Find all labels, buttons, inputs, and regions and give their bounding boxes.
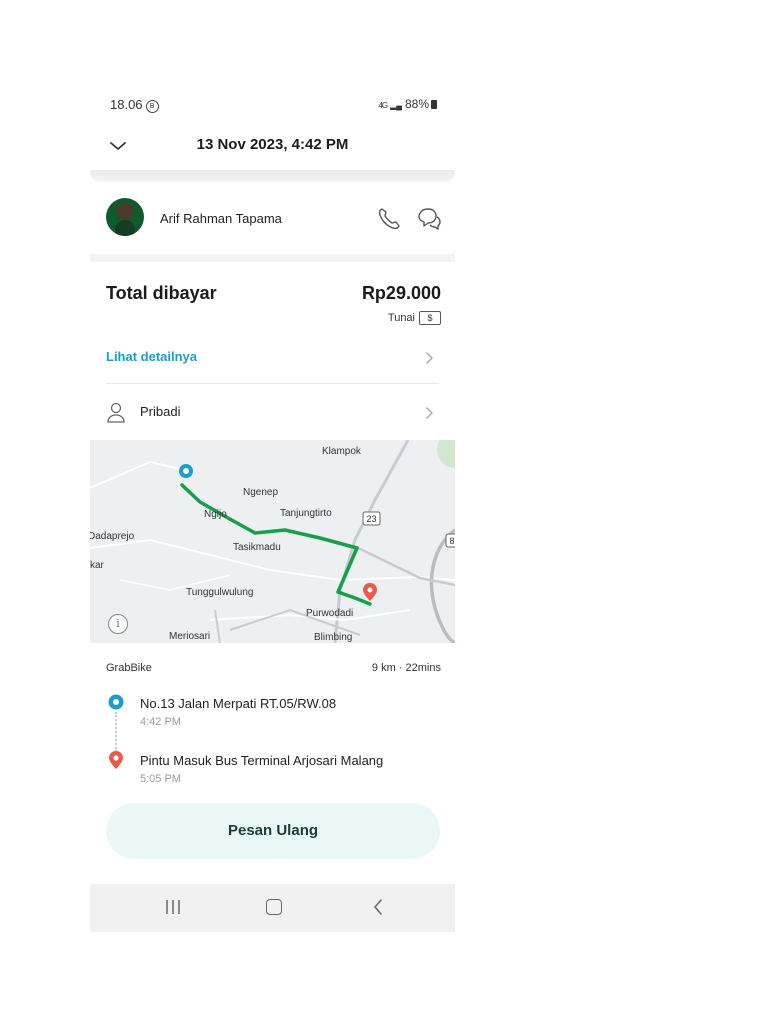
nav-recent-icon[interactable] xyxy=(165,899,181,915)
payment-method-label: Tunai xyxy=(387,312,415,324)
status-time-text: 18.06 xyxy=(110,97,143,112)
road-marker-label: 8 xyxy=(449,536,454,546)
route-map[interactable]: 23 8 Klampok Ngenep Ngijo Tanjungtirto D… xyxy=(90,440,455,643)
total-amount: Rp29.000 xyxy=(361,283,441,303)
divider xyxy=(106,383,439,384)
system-nav-bar xyxy=(90,884,455,932)
map-label: Tasikmadu xyxy=(233,542,281,553)
status-notification-icon: B xyxy=(145,100,159,113)
map-label: Klampok xyxy=(322,446,361,457)
map-label: Tunggulwulung xyxy=(186,587,254,598)
map-label: kar xyxy=(90,560,104,571)
battery-icon xyxy=(431,100,437,109)
map-road xyxy=(90,460,186,489)
road-marker-label: 23 xyxy=(366,514,376,524)
route-connector xyxy=(115,712,117,752)
map-road xyxy=(214,609,221,643)
battery-percentage: 88% xyxy=(404,97,429,111)
map-label: Blimbing xyxy=(314,632,353,643)
network-label: 4G xyxy=(378,101,388,110)
profile-icon xyxy=(107,402,125,423)
map-label: Purwodadi xyxy=(306,608,354,619)
app-screen: 18.06 B 4G ▂▄ 88% 13 Nov 2023, 4:42 PM Arif… xyxy=(90,84,455,932)
total-label: Total dibayar xyxy=(106,283,217,303)
phone-icon[interactable] xyxy=(376,206,402,232)
chat-icon[interactable] xyxy=(416,206,442,232)
view-details-link[interactable]: Lihat detailnya xyxy=(106,349,197,364)
map-label: Meriosari xyxy=(169,631,211,642)
pickup-pin-icon xyxy=(179,464,193,478)
status-time: 18.06 B xyxy=(110,97,159,113)
map-label: Ngijo xyxy=(204,509,227,520)
nav-home-icon[interactable] xyxy=(266,899,282,915)
nav-back-icon[interactable] xyxy=(372,899,384,915)
map-label: Tanjungtirto xyxy=(280,508,332,519)
dropoff-address: Pintu Masuk Bus Terminal Arjosari Malang xyxy=(140,753,384,768)
dropoff-time: 5:05 PM xyxy=(140,773,181,785)
chevron-right-icon[interactable] xyxy=(424,351,434,365)
driver-row: Arif Rahman Tapama xyxy=(90,184,455,254)
map-label: Dadaprejo xyxy=(90,531,135,542)
header: 13 Nov 2023, 4:42 PM xyxy=(90,124,455,172)
cash-icon: $ xyxy=(419,311,441,325)
map-park xyxy=(437,440,455,468)
pickup-time: 4:42 PM xyxy=(140,716,181,728)
chevron-right-icon[interactable] xyxy=(424,406,434,420)
status-bar: 18.06 B 4G ▂▄ 88% xyxy=(90,84,455,124)
header-divider xyxy=(90,170,455,182)
profile-type-label[interactable]: Pribadi xyxy=(140,404,180,419)
trip-distance-duration: 9 km · 22mins xyxy=(371,662,441,674)
map-label: Ngenep xyxy=(243,487,279,498)
service-type: GrabBike xyxy=(106,662,152,674)
driver-name: Arif Rahman Tapama xyxy=(160,211,282,226)
status-indicators: 4G ▂▄ 88% xyxy=(378,97,437,111)
pickup-pin-icon xyxy=(108,694,124,710)
signal-icon: ▂▄ xyxy=(390,101,402,110)
info-icon[interactable]: i xyxy=(108,614,128,634)
section-gap xyxy=(90,254,455,262)
pickup-address: No.13 Jalan Merpati RT.05/RW.08 xyxy=(140,696,337,711)
dropoff-pin-icon xyxy=(363,583,377,601)
reorder-button[interactable]: Pesan Ulang xyxy=(106,803,440,859)
dropoff-pin-icon xyxy=(109,751,123,769)
driver-avatar xyxy=(106,198,144,236)
payment-method: Tunai $ xyxy=(388,311,441,325)
page-title: 13 Nov 2023, 4:42 PM xyxy=(196,136,349,153)
